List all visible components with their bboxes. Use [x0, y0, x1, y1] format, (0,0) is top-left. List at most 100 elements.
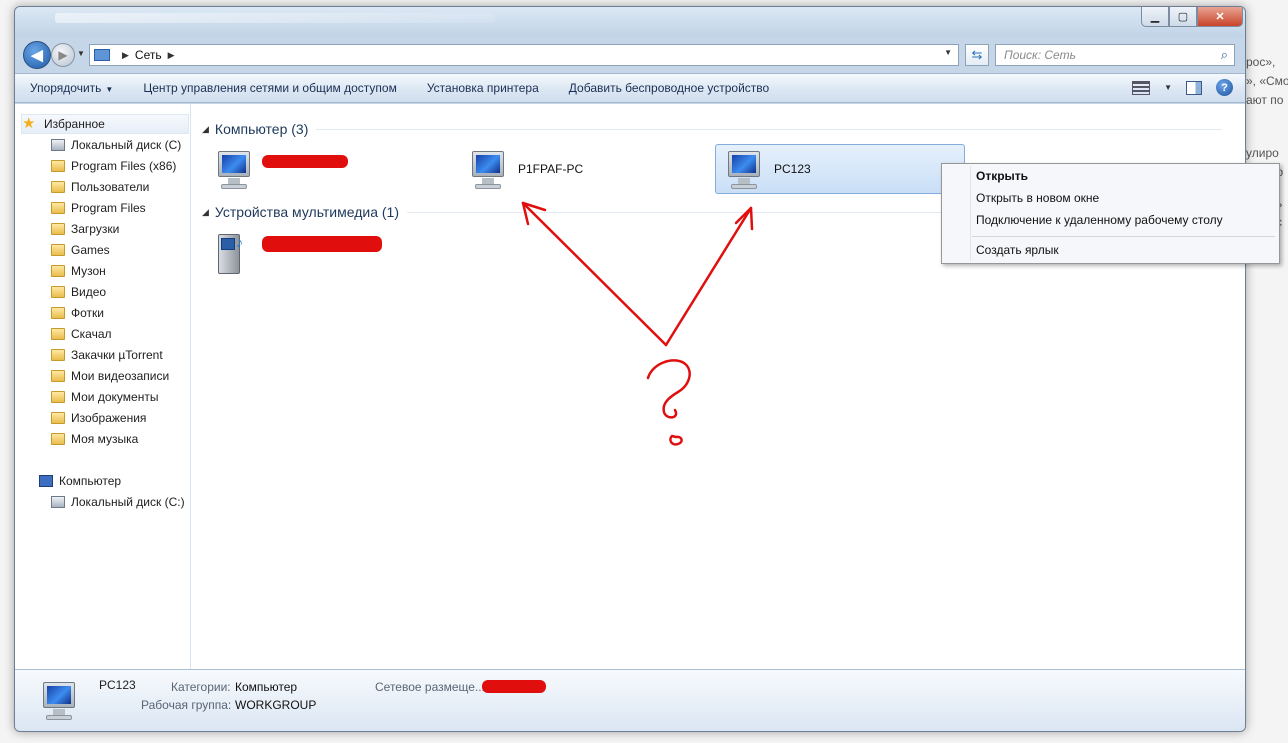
- add-printer-button[interactable]: Установка принтера: [412, 81, 554, 95]
- change-view-icon[interactable]: [1132, 80, 1151, 95]
- breadcrumb-network[interactable]: Сеть: [135, 48, 162, 62]
- sidebar-item-label: Загрузки: [71, 222, 120, 236]
- folder-icon: [51, 244, 65, 256]
- drive-icon: [51, 139, 65, 151]
- menu-item-create-shortcut[interactable]: Создать ярлык: [976, 243, 1059, 257]
- media-device-icon: ♪: [212, 230, 256, 278]
- toolbar-right-controls: ▼ ?: [1132, 79, 1233, 96]
- add-wireless-device-button[interactable]: Добавить беспроводное устройство: [554, 81, 784, 95]
- sidebar-item-label: Музон: [71, 264, 106, 278]
- group-header-computers[interactable]: ◢ Компьютер (3): [202, 119, 1222, 139]
- sidebar-item-my-music[interactable]: Моя музыка: [51, 429, 138, 449]
- sidebar-favorites[interactable]: ★ Избранное: [21, 114, 189, 134]
- group-divider: [316, 128, 1222, 130]
- network-computer-item[interactable]: P1FPAF-PC: [460, 144, 700, 194]
- sidebar-item-program-files[interactable]: Program Files: [51, 198, 146, 218]
- sidebar-item-my-documents[interactable]: Мои документы: [51, 387, 158, 407]
- sidebar-item-label: Видео: [71, 285, 107, 299]
- folder-icon: [51, 286, 65, 298]
- sidebar-item-video[interactable]: Видео: [51, 282, 106, 302]
- redaction-mark: [262, 236, 382, 252]
- minimize-button[interactable]: ▁: [1141, 7, 1169, 27]
- details-workgroup-value: WORKGROUP: [235, 698, 317, 712]
- computer-icon: [212, 147, 256, 191]
- folder-icon: [51, 433, 65, 445]
- sidebar-item-label: Локальный диск (C:): [71, 495, 185, 509]
- title-bar[interactable]: ▁ ▢ ✕: [15, 7, 1245, 37]
- sidebar-item-label: Games: [71, 243, 110, 257]
- close-button[interactable]: ✕: [1197, 7, 1243, 27]
- computer-icon: [466, 147, 510, 191]
- item-label: PC123: [774, 162, 811, 176]
- redaction-mark: [482, 680, 546, 693]
- organize-menu[interactable]: Упорядочить ▼: [15, 81, 128, 95]
- chevron-right-icon[interactable]: ▶: [168, 50, 175, 61]
- back-button[interactable]: ◀: [23, 41, 51, 69]
- forward-button[interactable]: ▶: [51, 43, 75, 67]
- network-center-button[interactable]: Центр управления сетями и общим доступом: [128, 81, 412, 95]
- sidebar-item-program-files-x86[interactable]: Program Files (x86): [51, 156, 176, 176]
- address-bar[interactable]: ▶ Сеть ▶ ▼: [89, 44, 959, 66]
- sidebar-item-games[interactable]: Games: [51, 240, 110, 260]
- network-computer-item[interactable]: [206, 144, 446, 194]
- sidebar-item-label: Мои видеозаписи: [71, 369, 170, 383]
- chevron-right-icon[interactable]: ▶: [122, 50, 129, 61]
- bg-text-fragment: улиро: [1246, 146, 1279, 160]
- collapse-icon[interactable]: ◢: [202, 124, 209, 135]
- chevron-down-icon: ▼: [105, 85, 114, 94]
- menu-separator: [972, 236, 1275, 237]
- organize-label: Упорядочить: [30, 81, 102, 95]
- network-computer-item-selected[interactable]: PC123: [715, 144, 965, 194]
- maximize-button[interactable]: ▢: [1169, 7, 1197, 27]
- menu-item-remote-desktop[interactable]: Подключение к удаленному рабочему столу: [976, 213, 1223, 227]
- group-title: Компьютер (3): [214, 121, 309, 137]
- address-dropdown-icon[interactable]: ▼: [944, 48, 952, 57]
- sidebar-item-users[interactable]: Пользователи: [51, 177, 149, 197]
- folder-icon: [51, 223, 65, 235]
- refresh-button[interactable]: ⇆: [965, 44, 989, 66]
- sidebar-item-label: Моя музыка: [71, 432, 139, 446]
- sidebar-item-downloaded[interactable]: Скачал: [51, 324, 112, 344]
- sidebar-item-utorrent[interactable]: Закачки µTorrent: [51, 345, 163, 365]
- search-box[interactable]: ⌕: [995, 44, 1235, 66]
- item-label: P1FPAF-PC: [518, 162, 584, 176]
- folder-icon: [51, 181, 65, 193]
- sidebar-item-local-disk[interactable]: Локальный диск (C): [51, 135, 181, 155]
- folder-icon: [51, 265, 65, 277]
- sidebar-computer[interactable]: Компьютер: [39, 471, 121, 491]
- details-workgroup-label: Рабочая группа:: [141, 698, 232, 712]
- sidebar-item-local-disk-c[interactable]: Локальный диск (C:): [51, 492, 185, 512]
- computer-icon: [37, 678, 81, 722]
- search-icon[interactable]: ⌕: [1221, 47, 1228, 63]
- view-dropdown-icon[interactable]: ▼: [1164, 83, 1172, 92]
- sidebar-item-label: Избранное: [44, 117, 105, 131]
- collapse-icon[interactable]: ◢: [202, 207, 209, 218]
- preview-pane-icon[interactable]: [1186, 80, 1202, 95]
- redaction-mark: [262, 155, 348, 168]
- menu-gutter: [970, 166, 971, 261]
- bg-text-fragment: », «Смо: [1246, 74, 1288, 88]
- menu-item-open-new-window[interactable]: Открыть в новом окне: [976, 191, 1099, 205]
- menu-item-open[interactable]: Открыть: [976, 169, 1028, 183]
- history-dropdown-icon[interactable]: ▼: [77, 49, 85, 58]
- command-bar: Упорядочить ▼ Центр управления сетями и о…: [15, 73, 1245, 103]
- star-icon: ★: [22, 115, 36, 132]
- navigation-bar: ◀ ▶ ▼ ▶ Сеть ▶ ▼ ⇆ ⌕: [15, 37, 1245, 73]
- caption-buttons: ▁ ▢ ✕: [1141, 7, 1243, 27]
- folder-icon: [51, 202, 65, 214]
- drive-icon: [51, 496, 65, 508]
- sidebar-item-label: Компьютер: [59, 474, 122, 488]
- sidebar-item-music-folder[interactable]: Музон: [51, 261, 106, 281]
- sidebar-item-my-videos[interactable]: Мои видеозаписи: [51, 366, 169, 386]
- sidebar-item-photos[interactable]: Фотки: [51, 303, 104, 323]
- folder-icon: [51, 349, 65, 361]
- help-icon[interactable]: ?: [1216, 79, 1233, 96]
- folder-icon: [51, 328, 65, 340]
- sidebar-item-images[interactable]: Изображения: [51, 408, 146, 428]
- sidebar-item-label: Изображения: [71, 411, 147, 425]
- explorer-window: ▁ ▢ ✕ ◀ ▶ ▼ ▶ Сеть ▶ ▼ ⇆ ⌕ Упорядочить▼ …: [14, 6, 1246, 732]
- context-menu: Открыть Открыть в новом окне Подключение…: [941, 163, 1280, 264]
- folder-icon: [51, 412, 65, 424]
- sidebar-item-downloads[interactable]: Загрузки: [51, 219, 119, 239]
- search-input[interactable]: [1004, 48, 1204, 62]
